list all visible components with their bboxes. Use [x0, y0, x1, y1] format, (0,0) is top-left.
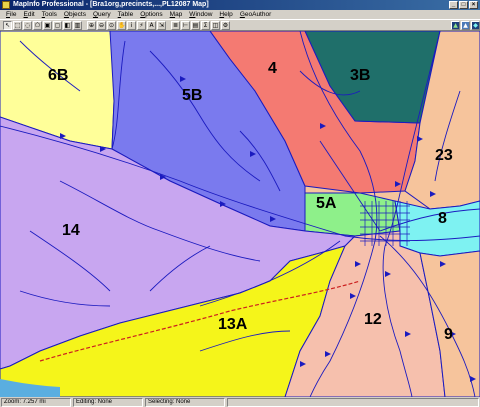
precinct-label-13A: 13A [218, 316, 248, 333]
change-view-icon[interactable]: ⊙ [107, 20, 116, 30]
precinct-label-12: 12 [364, 311, 382, 328]
hotlink-icon[interactable]: ⚡ [137, 20, 146, 30]
statistics-icon[interactable]: Σ [201, 20, 210, 30]
ruler-icon[interactable]: ⊢ [181, 20, 190, 30]
menu-window[interactable]: Window [186, 10, 216, 19]
precinct-label-6B: 6B [48, 67, 69, 84]
invert-select-icon[interactable]: ◧ [63, 20, 72, 30]
menu-bar: File Edit Tools Objects Query Table Opti… [0, 10, 480, 19]
marquee-select-icon[interactable]: ⬚ [13, 20, 22, 30]
precinct-label-3B: 3B [350, 67, 371, 84]
menu-geoauthor[interactable]: GeoAuthor [237, 10, 275, 19]
unselect-icon[interactable]: ▢ [53, 20, 62, 30]
precinct-label-9: 9 [444, 326, 453, 343]
layer-tool-icon-2[interactable]: ▲ [461, 20, 470, 30]
editing-status: Editing: None [73, 397, 143, 407]
label-icon[interactable]: A [147, 20, 156, 30]
title-bar[interactable]: MapInfo Professional - [Bra1org,precinct… [0, 0, 480, 10]
graph-select-icon[interactable]: ▥ [73, 20, 82, 30]
drag-window-icon[interactable]: ⇲ [157, 20, 166, 30]
status-filler [227, 397, 479, 407]
close-button[interactable]: × [469, 1, 478, 9]
precinct-label-5A: 5A [316, 195, 337, 212]
menu-help[interactable]: Help [216, 10, 236, 19]
window-title: MapInfo Professional - [Bra1org,precinct… [13, 1, 209, 8]
precinct-map[interactable] [0, 31, 480, 397]
clip-region-icon[interactable]: ◫ [211, 20, 220, 30]
menu-options[interactable]: Options [137, 10, 166, 19]
precinct-label-14: 14 [62, 222, 80, 239]
layer-tool-icon-3[interactable]: ◆ [471, 20, 480, 30]
selecting-status: Selecting: None [145, 397, 225, 407]
menu-objects[interactable]: Objects [61, 10, 90, 19]
zoom-out-icon[interactable]: ⊖ [97, 20, 106, 30]
precinct-label-4: 4 [268, 60, 277, 77]
window-controls: _ □ × [449, 1, 478, 9]
menu-file[interactable]: File [3, 10, 21, 19]
precinct-label-23: 23 [435, 147, 453, 164]
setup-icon[interactable]: ⚙ [221, 20, 230, 30]
layer-control-icon[interactable]: ≣ [171, 20, 180, 30]
app-icon [2, 1, 10, 9]
layer-tool-icon-1[interactable]: ▲ [451, 20, 460, 30]
mapinfo-window: MapInfo Professional - [Bra1org,precinct… [0, 0, 480, 407]
legend-icon[interactable]: ▤ [191, 20, 200, 30]
zoom-status: Zoom: 7.257 mi [1, 397, 71, 407]
zoom-in-icon[interactable]: ⊕ [87, 20, 96, 30]
maximize-button[interactable]: □ [459, 1, 468, 9]
menu-table[interactable]: Table [115, 10, 138, 19]
menu-tools[interactable]: Tools [39, 10, 61, 19]
grabber-icon[interactable]: ✋ [117, 20, 126, 30]
main-toolbar: ↖ ⬚ ◌ ⬠ ▣ ▢ ◧ ▥ ⊕ ⊖ ⊙ ✋ i ⚡ A ⇲ ≣ ⊢ ▤ Σ … [0, 19, 480, 31]
minimize-button[interactable]: _ [449, 1, 458, 9]
polygon-select-icon[interactable]: ⬠ [33, 20, 42, 30]
boundary-select-icon[interactable]: ▣ [43, 20, 52, 30]
menu-query[interactable]: Query [90, 10, 115, 19]
precinct-label-5B: 5B [182, 87, 203, 104]
select-arrow-icon[interactable]: ↖ [3, 20, 12, 30]
menu-edit[interactable]: Edit [21, 10, 39, 19]
map-window[interactable]: 6B 5B 4 3B 23 5A 8 14 13A 12 9 [0, 31, 480, 397]
status-bar: Zoom: 7.257 mi Editing: None Selecting: … [0, 397, 480, 407]
radius-select-icon[interactable]: ◌ [23, 20, 32, 30]
info-icon[interactable]: i [127, 20, 136, 30]
menu-map[interactable]: Map [167, 10, 187, 19]
precinct-label-8: 8 [438, 210, 447, 227]
